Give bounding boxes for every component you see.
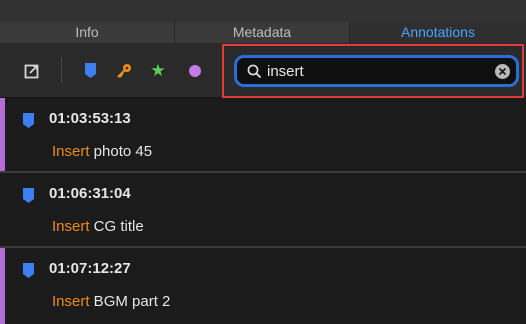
- annotation-keyword: Insert: [52, 293, 90, 310]
- star-icon[interactable]: ★: [148, 43, 168, 98]
- marker-icon: [23, 188, 34, 203]
- annotation-row[interactable]: 01:03:53:13 Insert photo 45: [0, 98, 526, 173]
- annotation-timecode: 01:07:12:27: [49, 260, 131, 277]
- tab-bar: Info Metadata Annotations: [0, 22, 526, 43]
- annotation-list: 01:03:53:13 Insert photo 45 01:06:31:04 …: [0, 98, 526, 324]
- annotation-row[interactable]: 01:06:31:04 Insert CG title: [0, 173, 526, 248]
- marker-icon: [23, 113, 34, 128]
- annotation-text: Insert photo 45: [52, 143, 152, 160]
- annotation-keyword: Insert: [52, 218, 90, 235]
- tab-metadata[interactable]: Metadata: [175, 22, 350, 43]
- annotation-row[interactable]: 01:07:12:27 Insert BGM part 2: [0, 248, 526, 324]
- annotation-text: Insert BGM part 2: [52, 293, 170, 310]
- tab-info[interactable]: Info: [0, 22, 175, 43]
- key-icon[interactable]: [113, 43, 135, 98]
- blue-marker-icon[interactable]: [80, 43, 100, 98]
- annotation-text: Insert CG title: [52, 218, 144, 235]
- annotation-keyword: Insert: [52, 143, 90, 160]
- export-icon[interactable]: [21, 43, 43, 98]
- search-field[interactable]: [234, 55, 519, 87]
- annotation-detail: BGM part 2: [89, 293, 171, 310]
- annotation-detail: CG title: [89, 218, 144, 235]
- tab-annotations[interactable]: Annotations: [350, 22, 526, 43]
- marker-icon: [23, 263, 34, 278]
- search-input[interactable]: [267, 61, 487, 81]
- annotation-detail: photo 45: [89, 143, 153, 160]
- annotation-timecode: 01:06:31:04: [49, 185, 131, 202]
- row-accent-bar: [0, 98, 5, 171]
- row-accent-bar: [0, 248, 5, 324]
- toolbar-divider: [61, 57, 62, 83]
- search-icon: [247, 64, 262, 79]
- purple-dot-icon[interactable]: [185, 43, 205, 98]
- clear-icon[interactable]: [495, 64, 510, 79]
- annotation-timecode: 01:03:53:13: [49, 110, 131, 127]
- panel-top-strip: [0, 0, 526, 22]
